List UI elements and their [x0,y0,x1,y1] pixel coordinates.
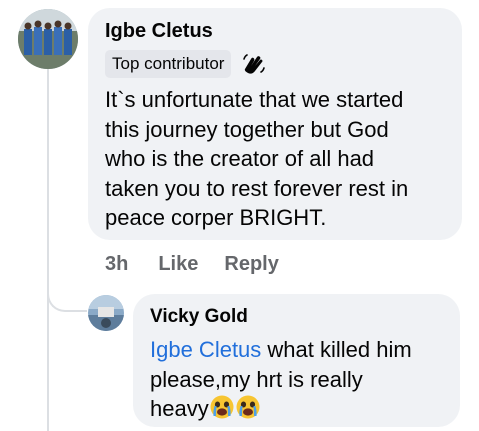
mention-link[interactable]: Igbe Cletus [150,337,261,362]
wave-hands-icon [241,51,267,77]
comment-text-line: who is the creator of all had [105,146,375,171]
reply-text-line: please,my hrt is really [150,366,363,392]
comment-timestamp[interactable]: 3h [105,253,128,276]
comment-text-line: this journey together but God [105,116,389,142]
top-contributor-badge: Top contributor [105,50,232,78]
reply-text-part: what killed him [261,337,412,362]
reply-text: Igbe Cletus what killed him please,my hr… [150,335,412,424]
reply-bubble: Vicky Gold Igbe Cletus what killed him p… [133,294,460,427]
reply-text-line: heavy [150,396,209,421]
crying-face-emoji [235,394,261,420]
avatar[interactable] [18,9,78,69]
comment-actions: 3h Like Reply [105,250,279,278]
comment-bubble: Igbe Cletus Top contributor It`s unfortu… [88,8,462,240]
comment-text-line: taken you to rest forever rest in [105,175,409,201]
thread-line [47,68,49,431]
reply-button[interactable]: Reply [224,253,278,276]
comment-author[interactable]: Igbe Cletus [105,20,213,43]
reply-connector [47,280,87,312]
comment-text-line: peace corper BRIGHT. [105,205,327,230]
reply-author[interactable]: Vicky Gold [150,306,248,328]
like-button[interactable]: Like [158,253,198,276]
comment-text: It`s unfortunate that we started this jo… [105,85,408,233]
crying-face-emoji [209,394,235,420]
comment-text-line: It`s unfortunate that we started [105,87,404,112]
reply-avatar[interactable] [88,295,124,331]
